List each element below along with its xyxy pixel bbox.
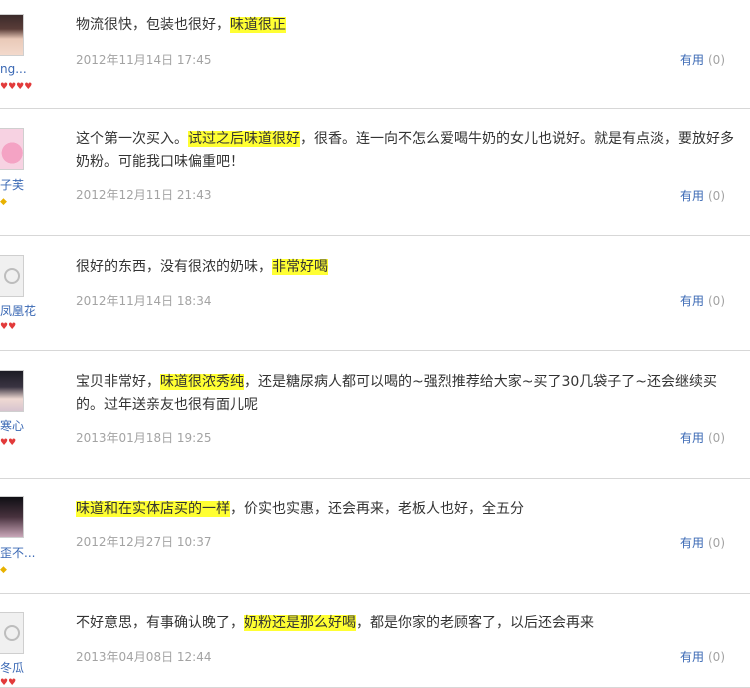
user-avatar[interactable] (0, 370, 24, 412)
helpful-button[interactable]: 有用 (680, 294, 704, 308)
review-text-part: 宝贝非常好， (76, 374, 160, 390)
username-link[interactable]: 歪不... (0, 544, 36, 561)
review-highlight: 味道和在实体店买的一样 (76, 501, 230, 517)
review-highlight: 非常好喝 (272, 259, 328, 275)
helpful-vote[interactable]: 有用 (0) (680, 534, 725, 551)
user-avatar[interactable] (0, 14, 24, 56)
helpful-vote[interactable]: 有用 (0) (680, 429, 725, 446)
default-avatar-icon[interactable] (0, 612, 24, 654)
review-highlight: 味道很正 (230, 17, 286, 33)
rank-hearts-icon: ♥♥ (0, 438, 17, 448)
review-item: 寒心 ♥♥ 宝贝非常好，味道很浓秀纯，还是糖尿病人都可以喝的~强烈推荐给大家~买… (0, 351, 750, 479)
review-date: 2013年04月08日 12:44 (76, 650, 212, 664)
review-date: 2013年01月18日 19:25 (76, 431, 212, 445)
review-date: 2012年11月14日 18:34 (76, 294, 212, 308)
helpful-button[interactable]: 有用 (680, 53, 704, 67)
helpful-count: (0) (708, 189, 725, 203)
rank-hearts-icon: ♥♥ (0, 322, 17, 332)
review-item: 凤凰花 ♥♥ 很好的东西，没有很浓的奶味，非常好喝 2012年11月14日 18… (0, 236, 750, 351)
review-text-part: 很好的东西，没有很浓的奶味， (76, 259, 272, 275)
helpful-vote[interactable]: 有用 (0) (680, 51, 725, 68)
helpful-count: (0) (708, 294, 725, 308)
helpful-button[interactable]: 有用 (680, 431, 704, 445)
rank-hearts-icon: ♥♥ (0, 678, 17, 688)
review-highlight: 味道很浓秀纯 (160, 374, 244, 390)
review-item: ng... ♥♥♥♥ 物流很快，包装也很好，味道很正 2012年11月14日 1… (0, 0, 750, 109)
review-highlight: 试过之后味道很好 (188, 131, 300, 147)
review-text: 不好意思，有事确认晚了，奶粉还是那么好喝，都是你家的老顾客了，以后还会再来 (76, 612, 738, 635)
review-date: 2012年11月14日 17:45 (76, 53, 212, 67)
helpful-vote[interactable]: 有用 (0) (680, 187, 725, 204)
helpful-button[interactable]: 有用 (680, 536, 704, 550)
helpful-button[interactable]: 有用 (680, 650, 704, 664)
review-text: 味道和在实体店买的一样，价实也实惠，还会再来，老板人也好，全五分 (76, 498, 738, 521)
review-item: 子芙 ◆ 这个第一次买入。试过之后味道很好，很香。连一向不怎么爱喝牛奶的女儿也说… (0, 109, 750, 236)
review-text-part: 这个第一次买入。 (76, 131, 188, 147)
review-list: ng... ♥♥♥♥ 物流很快，包装也很好，味道很正 2012年11月14日 1… (0, 0, 750, 688)
review-highlight: 奶粉还是那么好喝 (244, 615, 356, 631)
review-text-part: ，价实也实惠，还会再来，老板人也好，全五分 (230, 501, 524, 517)
username-link[interactable]: 子芙 (0, 176, 36, 193)
helpful-count: (0) (708, 431, 725, 445)
review-text-part: 物流很快，包装也很好， (76, 17, 230, 33)
review-text-part: 不好意思，有事确认晚了， (76, 615, 244, 631)
username-link[interactable]: 凤凰花 (0, 302, 36, 319)
username-link[interactable]: 冬瓜 (0, 659, 36, 676)
username-link[interactable]: 寒心 (0, 417, 36, 434)
review-item: 歪不... ◆ 味道和在实体店买的一样，价实也实惠，还会再来，老板人也好，全五分… (0, 479, 750, 594)
review-date: 2012年12月27日 10:37 (76, 535, 212, 549)
review-text: 宝贝非常好，味道很浓秀纯，还是糖尿病人都可以喝的~强烈推荐给大家~买了30几袋子… (76, 371, 738, 417)
helpful-count: (0) (708, 536, 725, 550)
user-avatar[interactable] (0, 128, 24, 170)
helpful-vote[interactable]: 有用 (0) (680, 648, 725, 665)
review-item: 冬瓜 ♥♥ 不好意思，有事确认晚了，奶粉还是那么好喝，都是你家的老顾客了，以后还… (0, 594, 750, 688)
rank-diamond-icon: ◆ (0, 197, 7, 207)
helpful-vote[interactable]: 有用 (0) (680, 292, 725, 309)
username-link[interactable]: ng... (0, 62, 36, 76)
user-avatar[interactable] (0, 496, 24, 538)
review-text: 这个第一次买入。试过之后味道很好，很香。连一向不怎么爱喝牛奶的女儿也说好。就是有… (76, 128, 738, 174)
review-text: 很好的东西，没有很浓的奶味，非常好喝 (76, 256, 738, 279)
rank-hearts-icon: ♥♥♥♥ (0, 82, 33, 92)
review-date: 2012年12月11日 21:43 (76, 188, 212, 202)
rank-diamond-icon: ◆ (0, 565, 7, 575)
default-avatar-icon[interactable] (0, 255, 24, 297)
review-text: 物流很快，包装也很好，味道很正 (76, 14, 738, 37)
review-text-part: ，都是你家的老顾客了，以后还会再来 (356, 615, 594, 631)
helpful-button[interactable]: 有用 (680, 189, 704, 203)
helpful-count: (0) (708, 650, 725, 664)
helpful-count: (0) (708, 53, 725, 67)
